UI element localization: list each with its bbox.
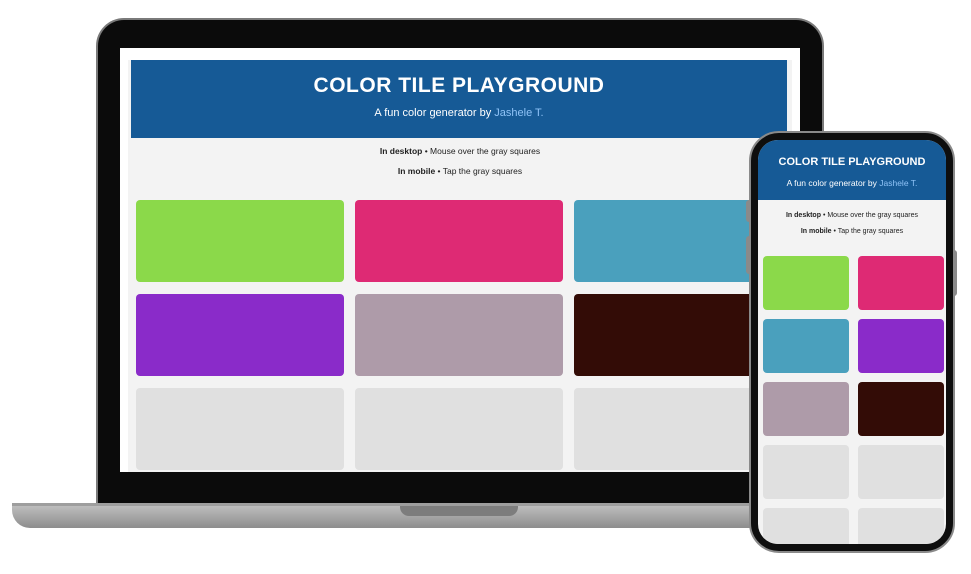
desktop-instruction-label: In desktop xyxy=(379,146,423,156)
author-link[interactable]: Jashele T. xyxy=(494,107,543,119)
desktop-header: COLOR TILE PLAYGROUND A fun color genera… xyxy=(131,60,787,138)
desktop-instruction: In desktop • Mouse over the gray squares xyxy=(128,146,792,156)
color-tile-green[interactable] xyxy=(136,200,344,282)
mobile-instruction: In mobile • Tap the gray squares xyxy=(128,166,792,176)
desktop-instruction-text: • Mouse over the gray squares xyxy=(422,146,541,156)
mobile-instruction-text: • Tap the gray squares xyxy=(435,166,523,176)
color-tile-purple[interactable] xyxy=(858,319,944,373)
color-tile-green[interactable] xyxy=(763,256,849,310)
laptop-notch xyxy=(400,506,518,516)
page-subtitle: A fun color generator by Jashele T. xyxy=(131,107,787,119)
mobile-desktop-instruction-label: In desktop xyxy=(785,212,821,219)
mobile-mobile-instruction: In mobile • Tap the gray squares xyxy=(758,228,946,235)
color-tile-maroon[interactable] xyxy=(858,382,944,436)
mobile-page-subtitle: A fun color generator by Jashele T. xyxy=(758,178,946,188)
mobile-mobile-instruction-label: In mobile xyxy=(800,228,832,235)
color-tile-gray1[interactable] xyxy=(763,445,849,499)
color-tile-mauve[interactable] xyxy=(355,294,563,376)
mobile-header: COLOR TILE PLAYGROUND A fun color genera… xyxy=(758,140,946,200)
mobile-mobile-instruction-text: • Tap the gray squares xyxy=(831,228,904,235)
color-tile-mauve[interactable] xyxy=(763,382,849,436)
mobile-instruction-label: In mobile xyxy=(397,166,436,176)
color-tile-purple[interactable] xyxy=(136,294,344,376)
color-tile-gray3[interactable] xyxy=(763,508,849,544)
color-tile-pink[interactable] xyxy=(355,200,563,282)
mobile-subtitle-text: A fun color generator by xyxy=(786,178,877,188)
mobile-author-link[interactable]: Jashele T. xyxy=(879,178,917,188)
color-tile-teal[interactable] xyxy=(763,319,849,373)
color-tile-gray2[interactable] xyxy=(858,445,944,499)
desktop-page: COLOR TILE PLAYGROUND A fun color genera… xyxy=(128,60,792,472)
subtitle-text: A fun color generator by xyxy=(374,107,492,119)
mobile-desktop-instruction-text: • Mouse over the gray squares xyxy=(821,212,918,219)
color-tile-gray1[interactable] xyxy=(136,388,344,470)
color-tile-gray4[interactable] xyxy=(858,508,944,544)
mobile-page-title: COLOR TILE PLAYGROUND xyxy=(778,156,926,168)
color-tile-gray2[interactable] xyxy=(355,388,563,470)
page-title: COLOR TILE PLAYGROUND xyxy=(313,74,605,97)
mobile-desktop-instruction: In desktop • Mouse over the gray squares xyxy=(758,212,946,219)
laptop-screen: COLOR TILE PLAYGROUND A fun color genera… xyxy=(120,48,800,472)
color-tile-pink[interactable] xyxy=(858,256,944,310)
mobile-page: COLOR TILE PLAYGROUND A fun color genera… xyxy=(758,140,946,544)
